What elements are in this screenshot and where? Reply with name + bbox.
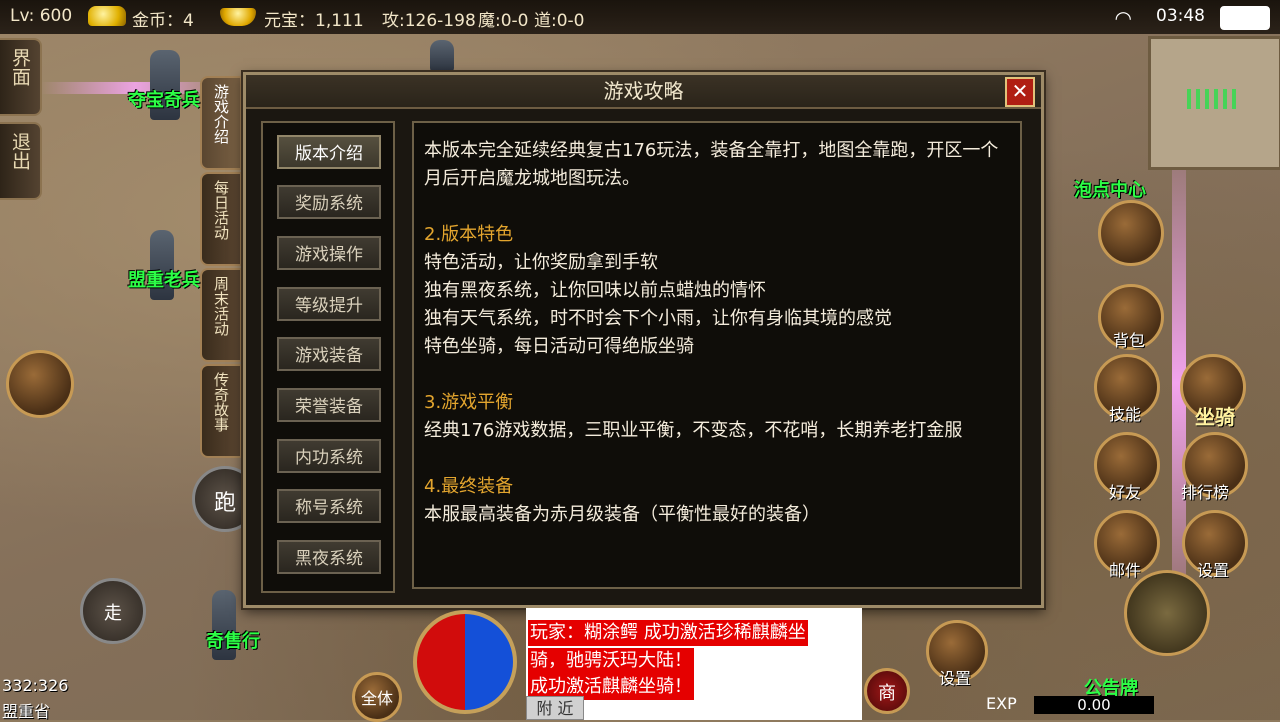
tab-label: 游戏介绍 — [212, 84, 230, 144]
attack-text: 攻:126-198 — [382, 11, 476, 31]
hp-mp-orb — [413, 610, 517, 714]
battery-icon — [1220, 6, 1270, 30]
pet-skull-icon[interactable] — [6, 350, 74, 418]
mail-label: 邮件 — [1109, 561, 1142, 580]
magic-text: 魔:0-0 — [478, 11, 529, 31]
feature-line: 独有天气系统，时不时会下个小雨，让你有身临其境的感觉 — [424, 308, 892, 329]
tab-game-intro[interactable]: 游戏介绍 — [200, 76, 242, 170]
menu-version-intro[interactable]: 版本介绍 — [277, 135, 381, 169]
tao-text: 道:0-0 — [534, 11, 585, 31]
wifi-icon: ◠ — [1114, 6, 1132, 30]
yuanbao-icon — [220, 8, 256, 26]
game-guide-dialog: 游戏攻略 ✕ 版本介绍 奖励系统 游戏操作 等级提升 游戏装备 荣誉装备 内功系… — [243, 72, 1044, 608]
section-heading: 2.版本特色 — [424, 224, 514, 245]
chat-line: 骑，驰骋沃玛大陆！ — [528, 648, 694, 674]
npc-figure[interactable] — [430, 40, 454, 72]
interface-label: 界面 — [9, 48, 31, 86]
menu-titles[interactable]: 称号系统 — [277, 489, 381, 523]
attack-sword-button[interactable] — [1124, 570, 1210, 656]
mount-button[interactable]: 坐骑 — [1180, 354, 1246, 429]
bag-button[interactable]: 背包 — [1098, 284, 1164, 350]
npc-label[interactable]: 泡点中心 — [1074, 176, 1146, 202]
menu-inner-power[interactable]: 内功系统 — [277, 439, 381, 473]
exit-button[interactable]: 退出 — [0, 122, 42, 200]
friends-button[interactable]: 好友 — [1094, 432, 1160, 502]
skills-label: 技能 — [1109, 405, 1142, 424]
bag-label: 背包 — [1113, 331, 1146, 350]
settings-label: 设置 — [1197, 561, 1230, 580]
shop-button[interactable]: 商 — [864, 668, 910, 714]
gold-text: 金币：4 — [132, 11, 194, 31]
tab-label: 每日活动 — [212, 180, 230, 240]
chat-line: 玩家：糊涂鳄 成功激活珍稀麒麟坐 — [528, 620, 808, 646]
balance-text: 经典176游戏数据，三职业平衡，不变态，不花哨，长期养老打金服 — [424, 420, 963, 441]
exit-label: 退出 — [9, 132, 31, 170]
shop-label: 商 — [878, 683, 896, 704]
minimap[interactable] — [1148, 36, 1280, 170]
menu-leveling[interactable]: 等级提升 — [277, 287, 381, 321]
interface-button[interactable]: 界面 — [0, 38, 42, 116]
settings-gear-label: 设置 — [939, 669, 972, 688]
mount-horse-icon[interactable] — [1098, 200, 1164, 266]
walk-button[interactable]: 走 — [80, 578, 146, 644]
feature-line: 特色活动，让你奖励拿到手软 — [424, 252, 658, 273]
minimap-markers — [1187, 89, 1237, 109]
feature-line: 独有黑夜系统，让你回味以前点蜡烛的情怀 — [424, 280, 766, 301]
menu-night-system[interactable]: 黑夜系统 — [277, 540, 381, 574]
settings-gear-button[interactable]: 设置 — [926, 620, 988, 688]
guide-menu: 版本介绍 奖励系统 游戏操作 等级提升 游戏装备 荣誉装备 内功系统 称号系统 … — [261, 121, 395, 593]
tab-label: 周末活动 — [212, 276, 230, 336]
walk-label: 走 — [104, 603, 122, 624]
settings-button[interactable]: 设置 — [1182, 510, 1248, 580]
section-heading: 4.最终装备 — [424, 476, 514, 497]
section-heading: 3.游戏平衡 — [424, 392, 514, 413]
tab-label: 传奇故事 — [212, 372, 230, 432]
mount-label: 坐骑 — [1195, 405, 1235, 429]
tab-daily-events[interactable]: 每日活动 — [200, 172, 242, 266]
tab-legend-story[interactable]: 传奇故事 — [200, 364, 242, 458]
status-bar: Lv: 600 金币：4 元宝：1,111 攻:126-198 魔:0-0 道:… — [0, 0, 1280, 34]
clock-text: 03:48 — [1156, 6, 1205, 26]
dialog-header: 游戏攻略 ✕ — [246, 75, 1041, 109]
menu-controls[interactable]: 游戏操作 — [277, 236, 381, 270]
final-gear-text: 本服最高装备为赤月级装备（平衡性最好的装备） — [424, 504, 820, 525]
friends-label: 好友 — [1109, 483, 1142, 502]
menu-equipment[interactable]: 游戏装备 — [277, 337, 381, 371]
feature-line: 特色坐骑，每日活动可得绝版坐骑 — [424, 336, 694, 357]
close-button[interactable]: ✕ — [1005, 77, 1035, 107]
all-label: 全体 — [360, 689, 393, 708]
chat-tab-nearby[interactable]: 附 近 — [526, 696, 584, 720]
menu-rewards[interactable]: 奖励系统 — [277, 185, 381, 219]
guide-content: 本版本完全延续经典复古176玩法，装备全靠打，地图全靠跑，开区一个月后开启魔龙城… — [412, 121, 1022, 589]
dialog-title: 游戏攻略 — [603, 79, 684, 103]
ranking-button[interactable]: 排行榜 — [1181, 432, 1248, 502]
all-chat-button[interactable]: 全体 — [352, 672, 402, 722]
menu-honor-equipment[interactable]: 荣誉装备 — [277, 388, 381, 422]
yuanbao-text: 元宝：1,111 — [264, 11, 364, 31]
map-name-text: 盟重省 — [2, 702, 51, 721]
level-text: Lv: 600 — [10, 6, 73, 26]
npc-label[interactable]: 盟重老兵 — [128, 266, 200, 292]
npc-label[interactable]: 夺宝奇兵 — [128, 86, 200, 112]
mail-button[interactable]: 邮件 — [1094, 510, 1160, 580]
intro-text: 本版本完全延续经典复古176玩法，装备全靠打，地图全靠跑，开区一个月后开启魔龙城… — [424, 140, 999, 189]
tab-weekend-events[interactable]: 周末活动 — [200, 268, 242, 362]
coords-text: 332:326 — [2, 676, 69, 695]
gold-coin-icon — [88, 6, 126, 26]
ranking-label: 排行榜 — [1181, 483, 1230, 502]
skills-button[interactable]: 技能 — [1094, 354, 1160, 424]
exp-value: 0.00 — [1034, 696, 1154, 714]
npc-label[interactable]: 奇售行 — [206, 627, 260, 653]
